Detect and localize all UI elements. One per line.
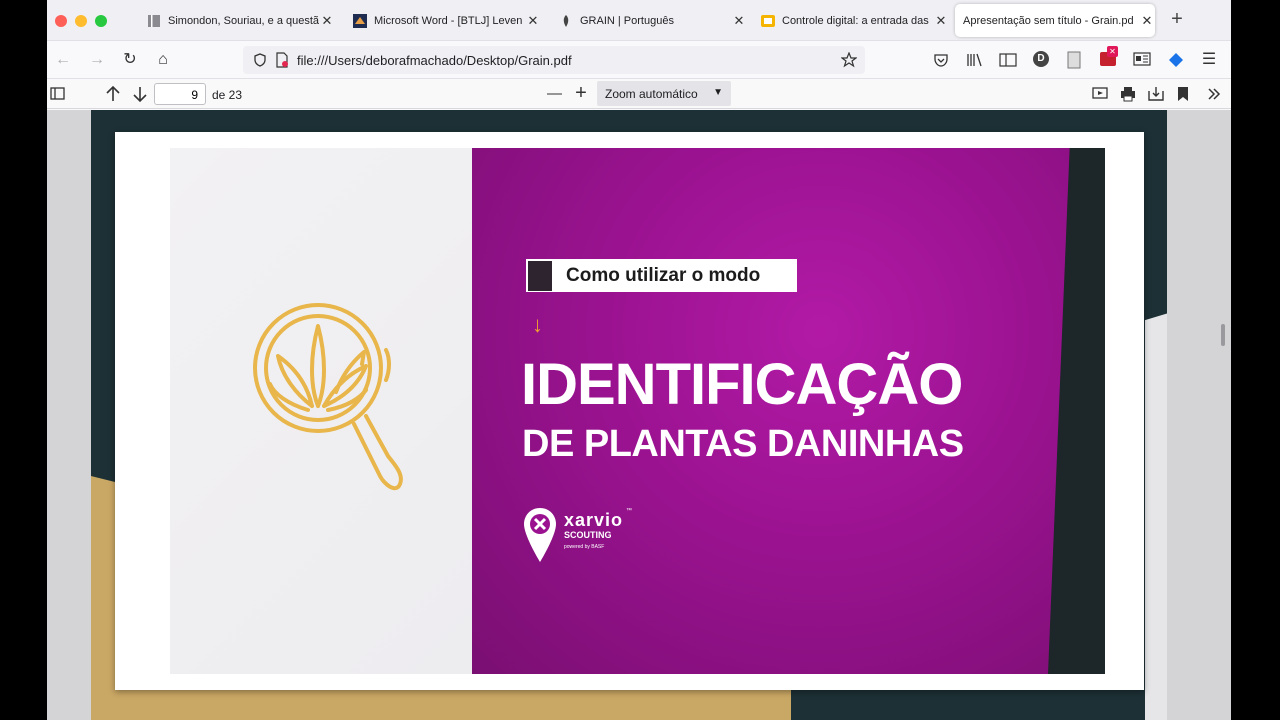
back-button[interactable]: ←: [53, 51, 73, 69]
zoom-select[interactable]: Zoom automático ▼: [597, 81, 731, 106]
arrow-down-icon: ↓: [532, 312, 543, 337]
translate-icon[interactable]: [1168, 52, 1184, 68]
location-pin-icon: [524, 508, 556, 562]
pocket-icon[interactable]: [933, 52, 949, 68]
zoom-value: Zoom automático: [605, 87, 698, 101]
address-bar[interactable]: file:///Users/deborafmachado/Desktop/Gra…: [243, 46, 865, 74]
tab-title: Apresentação sem título - Grain.pd: [963, 14, 1134, 27]
book-icon: [148, 14, 160, 27]
zoom-out-button[interactable]: —: [547, 85, 562, 102]
close-tab-icon[interactable]: ✕: [525, 13, 541, 29]
brand-trademark: ™: [626, 508, 632, 514]
url-text[interactable]: file:///Users/deborafmachado/Desktop/Gra…: [297, 53, 572, 68]
zoom-in-button[interactable]: +: [572, 82, 590, 105]
reader-view-icon[interactable]: [1133, 52, 1151, 66]
page-count: de 23: [212, 88, 243, 102]
pdf-page: Como utilizar o modo ↓ IDENTIFICAÇÃO DE …: [115, 132, 1144, 690]
chevron-down-icon: ▼: [713, 87, 723, 98]
banner-text: Como utilizar o modo: [566, 264, 761, 286]
next-page-icon[interactable]: [132, 85, 148, 103]
print-icon[interactable]: [1120, 86, 1136, 102]
scrollbar-thumb[interactable]: [1221, 324, 1225, 346]
tab-title: Microsoft Word - [BTLJ] Leven: [374, 14, 523, 27]
tab-strip: Simondon, Souriau, e a questã ✕ Microsof…: [47, 0, 1231, 41]
new-tab-button[interactable]: +: [1167, 8, 1187, 31]
tab-title: Simondon, Souriau, e a questã: [168, 14, 319, 27]
library-icon[interactable]: [966, 52, 984, 68]
window-controls: [55, 15, 107, 27]
navigation-toolbar: ← → ↻ ⌂ file:///Users/deborafmachado/Des…: [47, 41, 1231, 79]
weed-magnifier-icon: [253, 303, 403, 491]
account-avatar[interactable]: D: [1033, 51, 1049, 67]
sidebar-icon[interactable]: [999, 52, 1017, 68]
brand-sub: SCOUTING: [564, 530, 612, 540]
pdf-toolbar: 9 de 23 — + Zoom automático ▼: [47, 79, 1231, 109]
tools-chevrons-icon[interactable]: [1207, 87, 1221, 101]
tab-grain[interactable]: GRAIN | Português ✕: [551, 4, 747, 37]
word-doc-icon: [353, 13, 367, 28]
xarvio-logo: xarvio ™ SCOUTING powered by BASF: [522, 506, 632, 569]
page-number-input[interactable]: 9: [154, 83, 206, 105]
close-tab-icon[interactable]: ✕: [731, 13, 747, 29]
tab-apresentacao-grain-pdf[interactable]: Apresentação sem título - Grain.pd ✕: [955, 4, 1155, 37]
bookmark-icon[interactable]: [1177, 86, 1189, 102]
shield-icon[interactable]: [253, 53, 267, 67]
bookmark-star-icon[interactable]: [841, 52, 857, 68]
home-button[interactable]: ⌂: [153, 51, 173, 69]
subtitle-banner: Como utilizar o modo: [526, 259, 797, 292]
close-window-button[interactable]: [55, 15, 67, 27]
slide-title: IDENTIFICAÇÃO: [521, 352, 963, 417]
forward-button[interactable]: →: [87, 51, 107, 69]
light-shape: [1145, 290, 1167, 720]
extension-icon[interactable]: ✕: [1100, 46, 1118, 66]
tab-microsoft-word[interactable]: Microsoft Word - [BTLJ] Leven ✕: [345, 4, 541, 37]
grain-icon: [563, 14, 569, 27]
reader-icon[interactable]: [1067, 51, 1081, 69]
file-icon[interactable]: [275, 52, 289, 68]
tab-title: GRAIN | Português: [580, 14, 674, 27]
tab-title: Controle digital: a entrada das: [782, 14, 929, 27]
save-icon[interactable]: [1148, 86, 1164, 102]
banner-block: [528, 260, 552, 291]
tab-controle-digital[interactable]: Controle digital: a entrada das ✕: [753, 4, 949, 37]
close-tab-icon[interactable]: ✕: [319, 13, 335, 29]
slides-icon: [761, 14, 775, 27]
presentation-mode-icon[interactable]: [1092, 86, 1108, 102]
brand-powered: powered by BASF: [564, 544, 605, 550]
zoom-window-button[interactable]: [95, 15, 107, 27]
slide-subtitle: DE PLANTAS DANINHAS: [522, 423, 964, 465]
slide: Como utilizar o modo ↓ IDENTIFICAÇÃO DE …: [170, 148, 1105, 674]
pdf-viewer[interactable]: Como utilizar o modo ↓ IDENTIFICAÇÃO DE …: [47, 110, 1231, 720]
close-tab-icon[interactable]: ✕: [933, 13, 949, 29]
tab-simondon[interactable]: Simondon, Souriau, e a questã ✕: [139, 4, 335, 37]
previous-page-icon[interactable]: [105, 85, 121, 103]
reload-button[interactable]: ↻: [120, 51, 140, 69]
close-tab-icon[interactable]: ✕: [1139, 13, 1155, 29]
browser-window: Simondon, Souriau, e a questã ✕ Microsof…: [47, 0, 1231, 720]
toggle-sidebar-icon[interactable]: [50, 87, 65, 100]
brand-name: xarvio: [564, 510, 624, 530]
menu-button[interactable]: ☰: [1199, 51, 1219, 69]
minimize-window-button[interactable]: [75, 15, 87, 27]
